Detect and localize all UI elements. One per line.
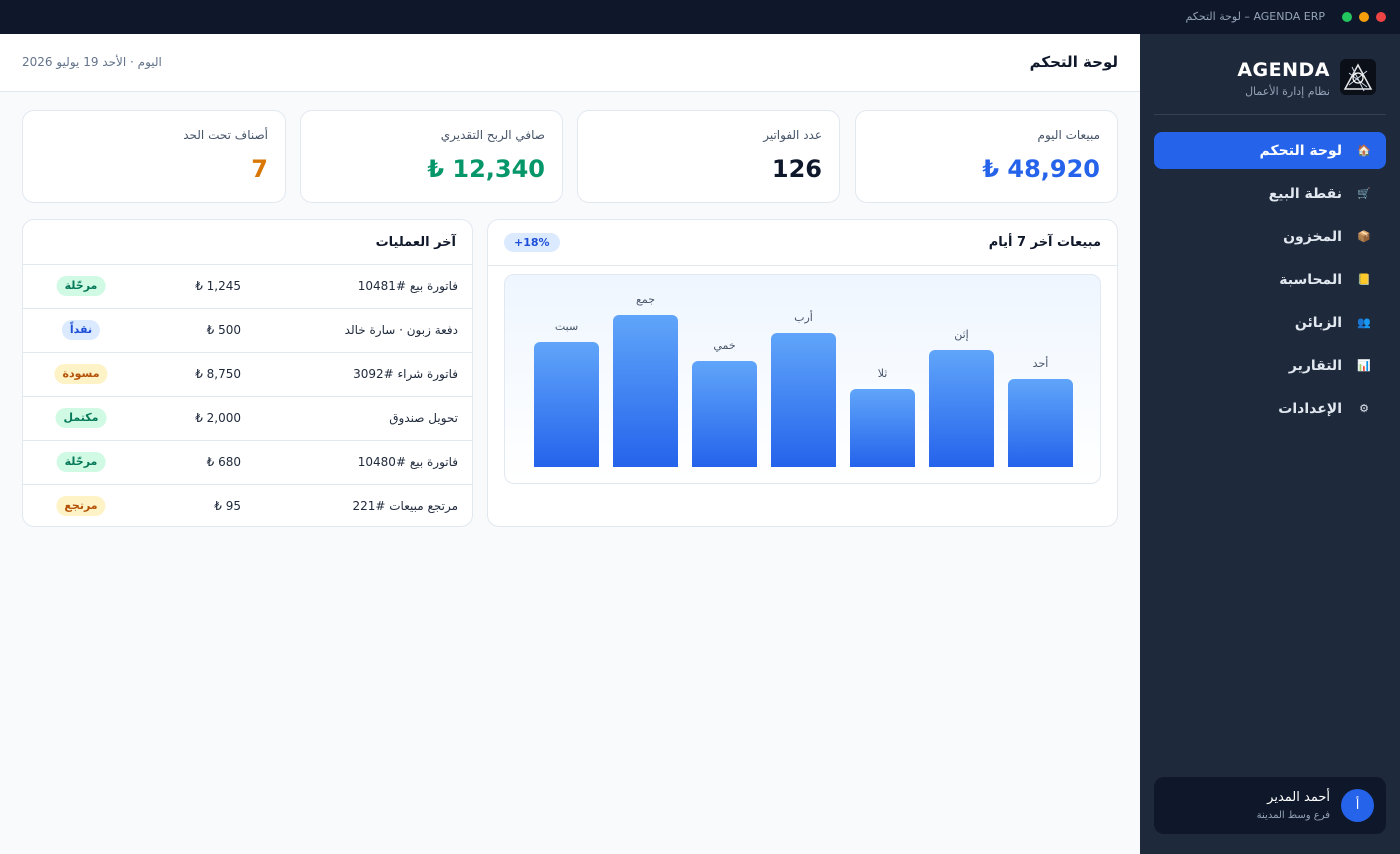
logo-icon [1340, 59, 1376, 95]
operations-card-title: آخر العمليات [375, 235, 456, 250]
chart-icon: 📊 [1357, 359, 1371, 372]
status-badge: نقداً [61, 320, 101, 340]
operation-amount: ₺ 8,750 [195, 367, 241, 381]
cash-register-icon: 🛒 [1357, 187, 1371, 200]
chart-bar [850, 389, 915, 467]
close-window-button[interactable] [1376, 12, 1386, 22]
sidebar-item-label: التقارير [1288, 357, 1342, 374]
window-title: AGENDA ERP – لوحة التحكم [1185, 10, 1325, 23]
kpi-card-invoice-count: عدد الفواتير 126 [577, 110, 840, 203]
gear-icon: ⚙ [1359, 402, 1369, 415]
user-card[interactable]: أ أحمد المدير فرع وسط المدينة [1154, 777, 1386, 834]
minimize-window-button[interactable] [1359, 12, 1369, 22]
chart-bar-label: ثلا [877, 367, 888, 380]
kpi-value: ₺ 12,340 [427, 155, 545, 183]
status-badge: مرحّلة [56, 452, 106, 472]
user-name: أحمد المدير [1267, 790, 1330, 805]
sidebar-item-label: لوحة التحكم [1259, 142, 1342, 159]
table-row[interactable]: مرتجع مبيعات #221 ₺ 95 مرتجع [23, 484, 472, 528]
table-row[interactable]: فاتورة شراء #3092 ₺ 8,750 مسودة [23, 352, 472, 396]
sidebar-item-0[interactable]: 🏠 لوحة التحكم [1154, 132, 1386, 169]
table-row[interactable]: تحويل صندوق ₺ 2,000 مكتمل [23, 396, 472, 440]
change-badge: +18% [504, 233, 560, 252]
kpi-label: أصناف تحت الحد [183, 128, 268, 142]
sidebar-divider [1154, 114, 1386, 115]
sidebar-item-3[interactable]: 📒 المحاسبة [1154, 261, 1386, 298]
operation-description: فاتورة بيع #10481 [357, 279, 458, 293]
sidebar-item-2[interactable]: 📦 المخزون [1154, 218, 1386, 255]
operation-amount: ₺ 500 [206, 323, 241, 337]
kpi-value: 7 [251, 155, 268, 183]
chart-bar-label: سبت [554, 320, 579, 333]
user-branch: فرع وسط المدينة [1256, 810, 1330, 821]
sidebar: AGENDA نظام إدارة الأعمال 🏠 لوحة التحكم 🛒 ن… [1140, 34, 1400, 854]
chart-bar [613, 315, 678, 467]
sidebar-item-6[interactable]: ⚙ الإعدادات [1154, 390, 1386, 427]
chart-bar-label: إثن [954, 328, 969, 341]
chart-bar-label: خمي [713, 339, 736, 352]
chart-bar [692, 361, 757, 467]
chart-bar-label: جمع [635, 293, 655, 306]
operation-description: فاتورة بيع #10480 [357, 455, 458, 469]
brand-logo [1340, 59, 1376, 95]
card-divider [488, 265, 1117, 266]
table-row[interactable]: فاتورة بيع #10480 ₺ 680 مرحّلة [23, 440, 472, 484]
kpi-card-low-stock: أصناف تحت الحد 7 [22, 110, 286, 203]
kpi-label: مبيعات اليوم [1037, 128, 1100, 142]
sidebar-item-label: المخزون [1283, 228, 1342, 245]
page-title: لوحة التحكم [1029, 53, 1118, 71]
kpi-card-net-profit: صافي الربح التقديري ₺ 12,340 [300, 110, 563, 203]
sidebar-item-5[interactable]: 📊 التقارير [1154, 347, 1386, 384]
sidebar-nav: 🏠 لوحة التحكم 🛒 نقطة البيع 📦 المخزون 📒 المحاسبة… [1154, 132, 1386, 433]
operation-description: فاتورة شراء #3092 [353, 367, 458, 381]
home-icon: 🏠 [1357, 144, 1371, 157]
title-bar: AGENDA ERP – لوحة التحكم [0, 0, 1400, 34]
chart-bar-label: أحد [1032, 357, 1049, 370]
sidebar-item-4[interactable]: 👥 الزبائن [1154, 304, 1386, 341]
kpi-label: صافي الربح التقديري [440, 128, 545, 142]
operation-amount: ₺ 680 [206, 455, 241, 469]
kpi-label: عدد الفواتير [763, 128, 822, 142]
sidebar-item-label: الزبائن [1294, 314, 1342, 331]
sales-bar-chart: أحد إثن ثلا أرب خمي جمع سبت [504, 274, 1101, 484]
today-date: اليوم · الأحد 19 يوليو 2026 [22, 55, 162, 69]
sales-chart-card: مبيعات آخر 7 أيام +18% أحد إثن ثلا أرب خمي جم… [487, 219, 1118, 527]
main-content: لوحة التحكم اليوم · الأحد 19 يوليو 2026 … [0, 34, 1140, 854]
operation-description: مرتجع مبيعات #221 [352, 499, 458, 513]
chart-bar [534, 342, 599, 467]
users-icon: 👥 [1357, 316, 1371, 329]
sidebar-item-label: الإعدادات [1278, 400, 1342, 417]
sales-card-title: مبيعات آخر 7 أيام [988, 235, 1101, 250]
operation-description: دفعة زبون · سارة خالد [344, 323, 458, 337]
chart-bar-label: أرب [794, 311, 813, 324]
chart-bar [771, 333, 836, 467]
maximize-window-button[interactable] [1342, 12, 1352, 22]
operation-amount: ₺ 1,245 [195, 279, 241, 293]
kpi-card-today-sales: مبيعات اليوم ₺ 48,920 [855, 110, 1118, 203]
recent-operations-card: آخر العمليات فاتورة بيع #10481 ₺ 1,245 مرح… [22, 219, 473, 527]
status-badge: مكتمل [55, 408, 107, 428]
sidebar-item-1[interactable]: 🛒 نقطة البيع [1154, 175, 1386, 212]
table-row[interactable]: دفعة زبون · سارة خالد ₺ 500 نقداً [23, 308, 472, 352]
box-icon: 📦 [1357, 230, 1371, 243]
sidebar-item-label: نقطة البيع [1268, 185, 1342, 202]
status-badge: مرتجع [56, 496, 106, 516]
operation-amount: ₺ 2,000 [195, 411, 241, 425]
page-header: لوحة التحكم اليوم · الأحد 19 يوليو 2026 [0, 34, 1140, 92]
avatar: أ [1341, 789, 1374, 822]
kpi-value: 126 [771, 155, 822, 183]
operation-description: تحويل صندوق [389, 411, 458, 425]
status-badge: مرحّلة [56, 276, 106, 296]
operation-amount: ₺ 95 [214, 499, 241, 513]
chart-bars: أحد إثن ثلا أرب خمي جمع سبت [505, 275, 1101, 485]
brand-name: AGENDA [1237, 59, 1330, 81]
kpi-value: ₺ 48,920 [982, 155, 1100, 183]
status-badge: مسودة [54, 364, 108, 384]
chart-bar [1008, 379, 1073, 467]
ledger-icon: 📒 [1357, 273, 1371, 286]
table-row[interactable]: فاتورة بيع #10481 ₺ 1,245 مرحّلة [23, 264, 472, 308]
sidebar-item-label: المحاسبة [1279, 271, 1342, 288]
chart-bar [929, 350, 994, 467]
brand-subtitle: نظام إدارة الأعمال [1245, 85, 1330, 98]
